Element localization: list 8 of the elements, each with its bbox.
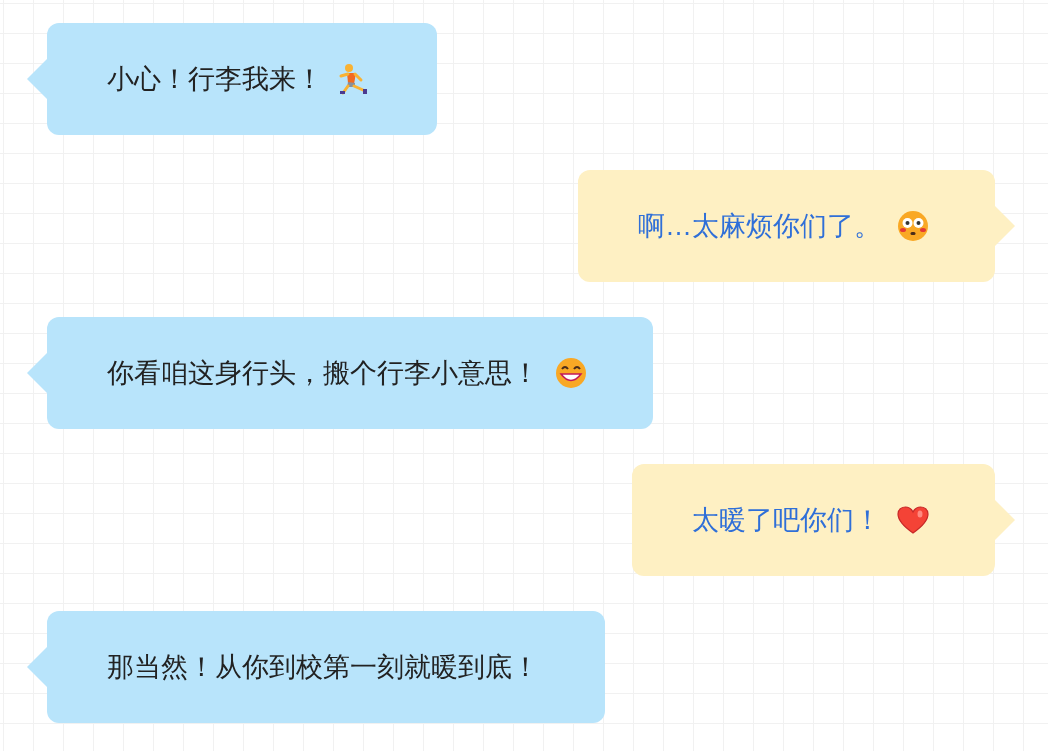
message-text: 啊…太麻烦你们了。 [638,210,881,243]
message-text: 你看咱这身行头，搬个行李小意思！ [107,357,539,390]
message-text: 小心！行李我来！ [107,63,323,96]
message-text: 太暖了吧你们！ [692,504,881,537]
flushed-face-icon [897,210,929,242]
heart-icon [897,506,929,534]
grinning-face-icon [555,357,587,389]
message-text: 那当然！从你到校第一刻就暖到底！ [107,651,539,684]
